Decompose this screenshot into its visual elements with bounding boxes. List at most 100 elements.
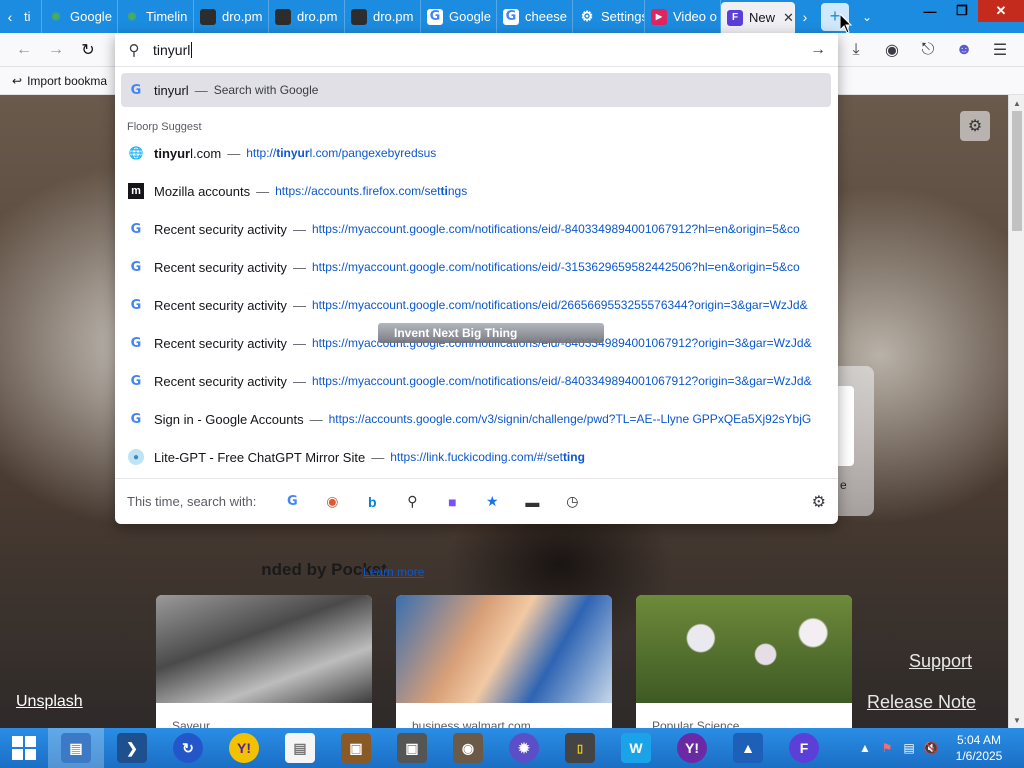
pocket-card-1[interactable]: Saveur (156, 595, 372, 728)
suggestion-row[interactable]: ● Lite-GPT - Free ChatGPT Mirror Site — … (121, 440, 831, 474)
profile-avatar-icon[interactable]: ☻ (948, 34, 980, 66)
suggestion-title: tinyurl (154, 82, 189, 98)
maps-pin-icon: ◉ (127, 11, 137, 22)
google-icon: G (130, 297, 142, 313)
show-hidden-icons-icon[interactable]: ▲ (854, 741, 876, 755)
monitor-icon[interactable]: ▯ (552, 728, 608, 768)
urlbar-input[interactable]: tinyurl (153, 41, 193, 58)
floorp-icon: F (727, 9, 743, 26)
suggestion-search-google[interactable]: G tinyurl — Search with Google (121, 73, 831, 107)
account-icon[interactable]: ◉ (876, 34, 908, 66)
newtab-settings-gear-icon[interactable]: ⚙ (960, 111, 990, 141)
tab-9[interactable]: ⚙ Settings (573, 0, 645, 33)
import-bookmarks-item[interactable]: ↩ Import bookma (12, 74, 107, 88)
suggestion-url: https://myaccount.google.com/notificatio… (311, 298, 808, 312)
go-arrow-icon[interactable]: → (810, 41, 826, 59)
triangle-app-icon[interactable]: ▲ (720, 728, 776, 768)
card-source: Popular Science (652, 719, 740, 728)
page-scrollbar[interactable]: ▲ ▼ (1008, 95, 1024, 728)
scrollbar-thumb[interactable] (1012, 111, 1022, 231)
bing-icon[interactable]: b (352, 487, 392, 517)
clock[interactable]: 5:04 AM 1/6/2025 (942, 732, 1016, 764)
suggestion-row[interactable]: G Recent security activity — https://mya… (121, 212, 831, 246)
tab-6[interactable]: dro.pm (345, 0, 421, 33)
chatgpt-icon: ● (128, 449, 144, 465)
downloads-icon[interactable]: ⤓ (840, 34, 872, 66)
suggestion-url: https://myaccount.google.com/notificatio… (311, 222, 800, 236)
suggestion-row[interactable]: m Mozilla accounts — https://accounts.fi… (121, 174, 831, 208)
maps-pin-icon: ◉ (51, 11, 61, 22)
clock-time: 5:04 AM (956, 733, 1002, 747)
forward-button[interactable]: → (40, 34, 72, 66)
volume-muted-icon[interactable]: 🔇 (920, 741, 942, 755)
tab-label: dro.pm (297, 9, 338, 24)
scroll-down-icon[interactable]: ▼ (1009, 712, 1024, 728)
duckduckgo-icon[interactable]: ◉ (312, 487, 352, 517)
network-icon[interactable]: ▤ (898, 741, 920, 755)
card-image (396, 595, 612, 703)
suggestion-title: Lite-GPT - Free ChatGPT Mirror Site (154, 449, 366, 465)
security-alert-icon[interactable]: ⚑ (876, 741, 898, 755)
google-icon[interactable]: G (272, 487, 312, 517)
release-note-link[interactable]: Release Note (867, 692, 976, 713)
image-search-icon[interactable]: ■ (432, 487, 472, 517)
tab-10[interactable]: ▶ Video o (645, 0, 721, 33)
tab-active-new-tab[interactable]: F New ✕ (721, 2, 795, 33)
pocket-card-3[interactable]: Popular Science (636, 595, 852, 728)
screenshot-tool-icon[interactable]: ▣ (384, 728, 440, 768)
suggestion-row[interactable]: 🌐 tinyurl.com — http://tinyurl.com/pange… (121, 136, 831, 170)
suggestion-row[interactable]: G Recent security activity — https://mya… (121, 250, 831, 284)
support-link[interactable]: Support (909, 651, 972, 672)
powershell-icon[interactable]: ❯ (104, 728, 160, 768)
minimize-icon[interactable]: — (914, 0, 946, 22)
windows-logo-icon (12, 736, 36, 760)
close-tab-icon[interactable]: ✕ (783, 10, 794, 26)
menu-icon[interactable]: ☰ (984, 34, 1016, 66)
start-button[interactable] (0, 728, 48, 768)
close-window-icon[interactable]: ✕ (978, 0, 1024, 22)
treasure-chest-icon[interactable]: ▣ (328, 728, 384, 768)
pocket-card-2[interactable]: business.walmart.com (396, 595, 612, 728)
suggestion-row[interactable]: G Recent security activity — https://mya… (121, 364, 831, 398)
youtube-icon: ▶ (651, 8, 667, 25)
tabs-icon[interactable]: ▬ (512, 487, 552, 517)
tab-5[interactable]: dro.pm (269, 0, 345, 33)
urlbar[interactable]: ⚲ tinyurl → (115, 33, 838, 67)
search-engine-icon[interactable]: ⚲ (392, 487, 432, 517)
history-clock-icon[interactable]: ◷ (552, 487, 592, 517)
suggestion-url: https://myaccount.google.com/notificatio… (311, 260, 800, 274)
extensions-icon[interactable]: ⎋ (912, 34, 944, 66)
floorp-icon[interactable]: F (776, 728, 832, 768)
restore-icon[interactable]: ❐ (946, 0, 978, 22)
bookmarks-star-icon[interactable]: ★ (472, 487, 512, 517)
back-button[interactable]: ← (8, 34, 40, 66)
gimp-icon[interactable]: ◉ (440, 728, 496, 768)
shortcut-label: e (840, 478, 847, 492)
suggestion-row[interactable]: G Recent security activity — https://mya… (121, 288, 831, 322)
scroll-up-icon[interactable]: ▲ (1009, 95, 1024, 111)
list-all-tabs-button[interactable]: ⌄ (855, 0, 879, 33)
tab-4[interactable]: dro.pm (194, 0, 269, 33)
search-with-label: This time, search with: (127, 494, 257, 509)
sync-icon[interactable]: ↻ (160, 728, 216, 768)
tab-2[interactable]: ◉ Google (42, 0, 118, 33)
search-settings-gear-icon[interactable]: ⚙ (812, 492, 826, 512)
notepad-icon[interactable]: ▤ (272, 728, 328, 768)
suggestion-row[interactable]: G Sign in - Google Accounts — https://ac… (121, 402, 831, 436)
yahoo-messenger-icon[interactable]: Y! (664, 728, 720, 768)
card-image (636, 595, 852, 703)
learn-more-link[interactable]: Learn more (363, 565, 424, 579)
tab-3[interactable]: ◉ Timelin (118, 0, 194, 33)
reload-button[interactable]: ↻ (72, 34, 104, 66)
unsplash-link[interactable]: Unsplash (16, 693, 83, 711)
tab-8[interactable]: G cheese (497, 0, 573, 33)
import-icon: ↩ (12, 73, 23, 88)
scroll-tabs-left-icon[interactable]: ‹ (0, 0, 20, 33)
spiky-ball-icon[interactable]: ✹ (496, 728, 552, 768)
tab-7[interactable]: G Google (421, 0, 497, 33)
scroll-tabs-right-icon[interactable]: › (795, 0, 815, 33)
tab-1[interactable]: ti (20, 0, 42, 33)
yahoo-messenger-icon[interactable]: Y! (216, 728, 272, 768)
wiki-icon[interactable]: W (608, 728, 664, 768)
file-explorer-icon[interactable]: ▤ (48, 728, 104, 768)
